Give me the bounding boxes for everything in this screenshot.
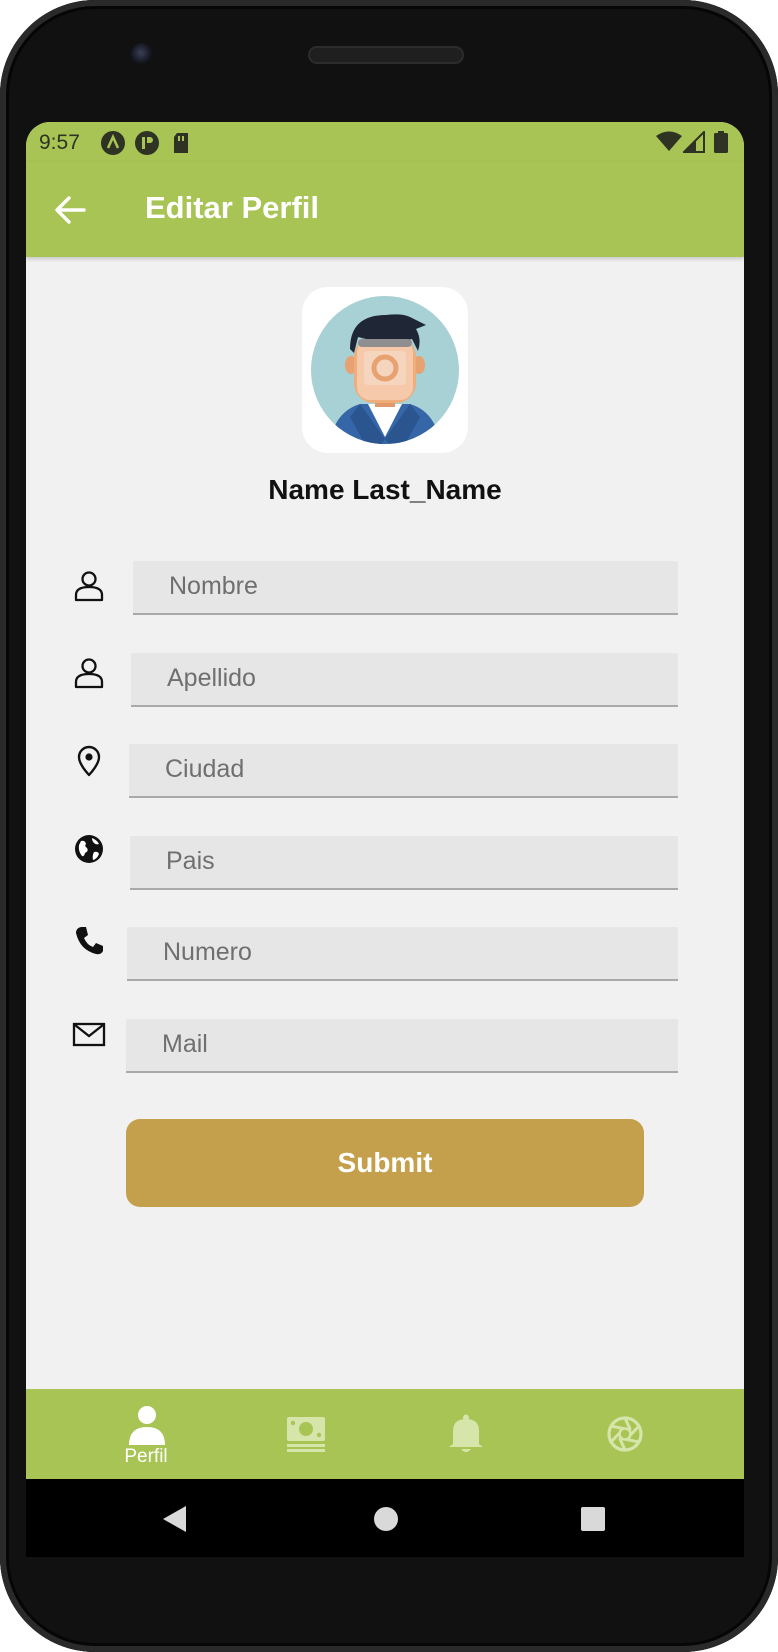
apellido-input[interactable] [131, 653, 678, 705]
sd-card-icon [174, 133, 188, 153]
profile-avatar[interactable] [302, 287, 468, 453]
app-notification-icon [101, 131, 125, 155]
front-camera [131, 43, 153, 65]
pais-input[interactable] [130, 836, 678, 888]
nav-item-camera[interactable] [565, 1389, 685, 1479]
person-icon [129, 1406, 165, 1445]
earpiece-speaker [308, 46, 464, 64]
mail-input[interactable] [126, 1019, 678, 1071]
nav-label-perfil: Perfil [124, 1446, 168, 1467]
profile-name: Name Last_Name [268, 474, 502, 505]
user-avatar-illustration [311, 296, 459, 444]
money-icon [287, 1417, 325, 1452]
app-screen: 9:57 Editar Perfil Name Last_Name Nombre… [26, 122, 744, 1557]
nav-item-notifications[interactable] [406, 1389, 526, 1479]
arrow-left-icon [55, 196, 86, 224]
aperture-icon [607, 1416, 643, 1452]
person-outline-icon [74, 658, 104, 689]
globe-icon [75, 835, 103, 863]
numero-input[interactable] [127, 927, 678, 979]
mail-field[interactable] [126, 1019, 678, 1073]
location-pin-icon [77, 745, 101, 777]
system-back-button[interactable] [162, 1505, 188, 1533]
bottom-navigation: Perfil [26, 1389, 744, 1479]
app-notification-icon [135, 131, 159, 155]
status-time: 9:57 [39, 131, 80, 154]
nombre-input[interactable] [133, 561, 678, 613]
numero-field[interactable] [127, 927, 678, 981]
nav-item-money[interactable] [245, 1389, 365, 1479]
submit-button[interactable]: Submit [126, 1119, 644, 1207]
wifi-icon [656, 131, 682, 151]
status-bar: 9:57 [26, 122, 744, 162]
ciudad-field[interactable] [129, 744, 678, 798]
person-outline-icon [74, 571, 104, 602]
system-home-button[interactable] [373, 1506, 399, 1532]
page-title: Editar Perfil [145, 190, 319, 225]
battery-icon [714, 131, 728, 153]
ciudad-input[interactable] [129, 744, 678, 796]
phone-icon [76, 927, 103, 955]
pais-field[interactable] [130, 836, 678, 890]
phone-frame: 9:57 Editar Perfil Name Last_Name Nombre… [0, 0, 778, 1652]
bell-icon [449, 1414, 483, 1452]
apellido-field[interactable] [131, 653, 678, 707]
nav-item-perfil[interactable]: Perfil [86, 1389, 206, 1479]
system-navigation-bar [26, 1479, 744, 1557]
envelope-icon [72, 1022, 106, 1047]
nombre-field[interactable] [133, 561, 678, 615]
system-recents-button[interactable] [581, 1507, 605, 1531]
cell-signal-icon [683, 131, 705, 153]
back-button[interactable] [50, 190, 90, 230]
app-bar: Editar Perfil [26, 162, 744, 257]
